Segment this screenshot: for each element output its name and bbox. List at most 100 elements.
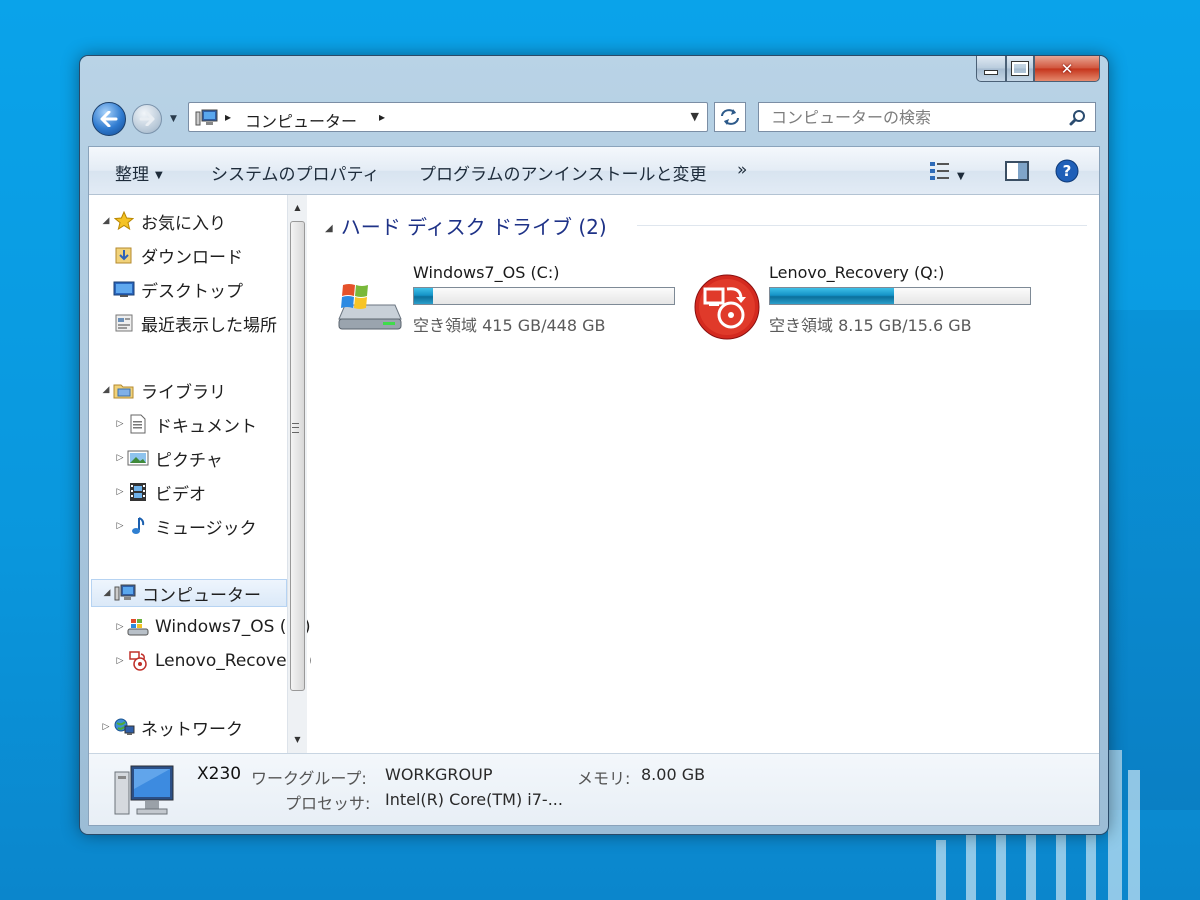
command-bar: 整理 ▼ システムのプロパティ プログラムのアンインストールと変更 » ▼ ?: [89, 147, 1099, 195]
more-commands-button[interactable]: »: [737, 160, 747, 180]
expand-icon[interactable]: ▷: [113, 656, 127, 666]
computer-icon: [114, 583, 136, 603]
desktop-icon: [113, 279, 135, 299]
computer-large-icon: [114, 765, 174, 815]
navigation-pane: ◢ お気に入り ダウンロード デスクトップ 最近表示した場所 ◢ ライブラリ ▷…: [89, 195, 311, 753]
star-icon: [113, 211, 135, 231]
breadcrumb-arrow-icon[interactable]: ▸: [225, 110, 231, 124]
nav-videos-label: ビデオ: [155, 484, 206, 505]
nav-network-label: ネットワーク: [141, 719, 243, 740]
videos-icon: [127, 482, 149, 502]
nav-downloads[interactable]: ダウンロード: [113, 241, 243, 269]
breadcrumb-computer[interactable]: コンピューター: [245, 108, 357, 132]
nav-videos[interactable]: ▷ ビデオ: [113, 478, 206, 506]
nav-music-label: ミュージック: [155, 518, 257, 539]
nav-documents-label: ドキュメント: [155, 416, 257, 437]
memory-label: メモリ:: [577, 769, 631, 788]
close-icon: ✕: [1060, 59, 1074, 78]
drive-q-usage-fill: [770, 288, 895, 304]
address-dropdown-icon[interactable]: ▼: [691, 110, 699, 123]
recent-places-icon: [113, 313, 135, 333]
nav-libraries[interactable]: ◢ ライブラリ: [99, 376, 226, 404]
expand-icon[interactable]: ▷: [113, 521, 127, 531]
drive-c-tile[interactable]: Windows7_OS (C:) 空き領域 415 GB/448 GB: [337, 263, 677, 335]
nav-pane-scrollbar[interactable]: ▲ ▼: [287, 195, 307, 753]
drive-q-usage-bar: [769, 287, 1031, 305]
search-input[interactable]: [769, 107, 1063, 128]
minimize-icon: [984, 70, 998, 75]
recent-pages-dropdown[interactable]: ▼: [170, 114, 177, 124]
forward-button[interactable]: [132, 104, 162, 134]
search-box[interactable]: [758, 102, 1096, 132]
breadcrumb-child-arrow-icon[interactable]: ▸: [379, 110, 385, 124]
view-options-button[interactable]: ▼: [929, 161, 965, 186]
memory-value: 8.00 GB: [641, 765, 706, 784]
expand-icon[interactable]: ▷: [113, 622, 127, 632]
group-divider: [637, 225, 1087, 226]
scroll-down-icon[interactable]: ▼: [288, 731, 307, 749]
address-bar[interactable]: ▸ コンピューター ▸ ▼: [188, 102, 708, 132]
preview-pane-button[interactable]: [1005, 161, 1029, 186]
drive-c-name: Windows7_OS (C:): [413, 263, 560, 282]
recovery-drive-icon: [694, 274, 760, 340]
collapse-icon[interactable]: ◢: [325, 223, 333, 234]
processor-label: プロセッサ:: [285, 794, 371, 813]
desktop-band: [1108, 310, 1200, 810]
collapse-icon[interactable]: ◢: [99, 216, 113, 226]
nav-drive-q[interactable]: ▷ Lenovo_Recovery (Q:): [113, 647, 311, 675]
nav-network[interactable]: ▷ ネットワーク: [99, 713, 243, 741]
music-icon: [127, 516, 149, 536]
group-header-hard-disk[interactable]: ◢ ハード ディスク ドライブ (2): [325, 211, 607, 240]
nav-documents[interactable]: ▷ ドキュメント: [113, 410, 257, 438]
drive-q-tile[interactable]: Lenovo_Recovery (Q:) 空き領域 8.15 GB/15.6 G…: [693, 263, 1033, 340]
recovery-drive-icon: [127, 651, 149, 671]
nav-desktop[interactable]: デスクトップ: [113, 275, 243, 303]
chevron-down-icon: ▼: [155, 170, 163, 181]
navigation-bar: ▼ ▸ コンピューター ▸ ▼: [92, 100, 1096, 136]
nav-pictures[interactable]: ▷ ピクチャ: [113, 444, 223, 472]
nav-desktop-label: デスクトップ: [141, 281, 243, 302]
search-icon[interactable]: [1069, 109, 1087, 127]
caption-buttons: ✕: [976, 56, 1100, 82]
scroll-thumb[interactable]: [290, 221, 305, 691]
back-button[interactable]: [92, 102, 126, 136]
expand-icon[interactable]: ▷: [99, 722, 113, 732]
nav-favorites[interactable]: ◢ お気に入り: [99, 207, 226, 235]
processor-value: Intel(R) Core(TM) i7-...: [385, 790, 563, 809]
nav-favorites-label: お気に入り: [141, 213, 226, 234]
view-options-icon: [930, 162, 949, 180]
nav-downloads-label: ダウンロード: [141, 247, 243, 268]
expand-icon[interactable]: ▷: [113, 453, 127, 463]
explorer-window: ✕ ▼ ▸ コンピューター ▸ ▼ コンピューターの検索 整理 ▼ システムのプ…: [80, 56, 1108, 834]
workgroup-value: WORKGROUP: [385, 765, 493, 784]
collapse-icon[interactable]: ◢: [99, 385, 113, 395]
drive-q-free-space: 空き領域 8.15 GB/15.6 GB: [769, 316, 972, 335]
documents-icon: [127, 414, 149, 434]
nav-pictures-label: ピクチャ: [155, 450, 223, 471]
details-pane: X230 ワークグループ: WORKGROUP メモリ: 8.00 GB プロセ…: [89, 753, 1099, 825]
refresh-button[interactable]: [714, 102, 746, 132]
windows-drive-icon: [127, 617, 149, 637]
maximize-button[interactable]: [1006, 56, 1034, 82]
nav-drive-c[interactable]: ▷ Windows7_OS (C:): [113, 613, 311, 641]
computer-name: X230: [197, 764, 242, 784]
nav-recent-places-label: 最近表示した場所: [141, 315, 277, 336]
nav-recent-places[interactable]: 最近表示した場所: [113, 309, 277, 337]
uninstall-program-button[interactable]: プログラムのアンインストールと変更: [419, 160, 706, 185]
help-button[interactable]: ?: [1055, 159, 1079, 188]
collapse-icon[interactable]: ◢: [100, 588, 114, 598]
organize-menu[interactable]: 整理 ▼: [115, 160, 163, 185]
back-arrow-icon: [100, 111, 118, 127]
expand-icon[interactable]: ▷: [113, 419, 127, 429]
nav-music[interactable]: ▷ ミュージック: [113, 512, 257, 540]
refresh-icon: [721, 109, 739, 125]
nav-computer[interactable]: ◢ コンピューター: [91, 579, 287, 607]
help-icon: ?: [1055, 159, 1079, 183]
workgroup-label: ワークグループ:: [251, 769, 367, 788]
expand-icon[interactable]: ▷: [113, 487, 127, 497]
system-properties-button[interactable]: システムのプロパティ: [211, 160, 379, 185]
close-button[interactable]: ✕: [1034, 56, 1100, 82]
downloads-folder-icon: [113, 245, 135, 265]
minimize-button[interactable]: [976, 56, 1006, 82]
scroll-up-icon[interactable]: ▲: [288, 199, 307, 217]
